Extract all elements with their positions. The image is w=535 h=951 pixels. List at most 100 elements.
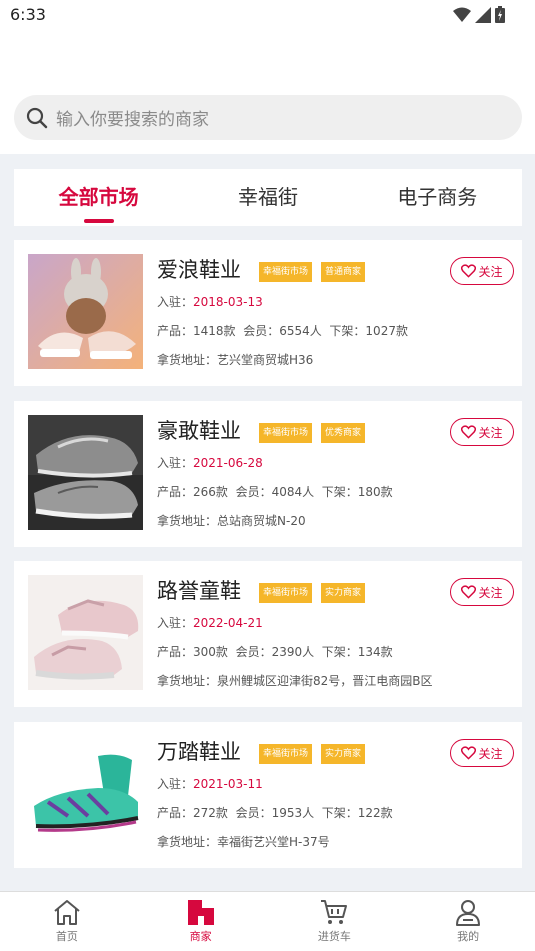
address-label: 拿货地址：	[157, 514, 218, 528]
listed-count: 1027款	[365, 324, 408, 338]
tab-active-indicator	[83, 219, 114, 223]
follow-button[interactable]: 关注	[450, 739, 514, 767]
join-date-row: 入驻：2022-04-21	[157, 614, 263, 631]
address: 泉州鲤城区迎津街82号，晋江电商园B区	[217, 674, 433, 688]
address-row: 拿货地址：幸福街艺兴堂H-37号	[157, 833, 330, 850]
join-label: 入驻：	[157, 456, 194, 470]
address-label: 拿货地址：	[157, 835, 218, 849]
cart-icon	[321, 900, 348, 924]
tab-ecommerce[interactable]: 电子商务	[353, 169, 522, 226]
products-label: 产品：	[157, 485, 194, 499]
address: 艺兴堂商贸城H36	[217, 353, 314, 367]
tab-label: 全部市场	[58, 185, 139, 209]
tab-label: 幸福街	[237, 185, 298, 209]
level-tag: 普通商家	[321, 262, 366, 282]
heart-icon	[461, 425, 477, 439]
nav-profile[interactable]: 我的	[401, 892, 535, 951]
status-bar: 6:33	[0, 0, 535, 30]
address: 幸福街艺兴堂H-37号	[217, 835, 330, 849]
follow-button[interactable]: 关注	[450, 257, 514, 285]
join-date-row: 入驻：2018-03-13	[157, 293, 263, 310]
address-row: 拿货地址：总站商贸城N-20	[157, 512, 306, 529]
market-tag: 幸福街市场	[259, 423, 313, 443]
merchant-name[interactable]: 路誉童鞋	[157, 575, 241, 605]
product-count: 300款	[193, 645, 228, 659]
product-count: 1418款	[193, 324, 236, 338]
join-date: 2021-03-11	[193, 777, 263, 791]
heart-icon	[461, 585, 477, 599]
nav-home[interactable]: 首页	[0, 892, 134, 951]
listed-label: 下架：	[321, 485, 358, 499]
follow-label: 关注	[478, 585, 503, 600]
header: 输入你要搜索的商家	[0, 30, 535, 154]
products-label: 产品：	[157, 645, 194, 659]
nav-merchants[interactable]: 商家	[134, 892, 268, 951]
store-icon	[187, 900, 214, 925]
join-date-row: 入驻：2021-06-28	[157, 454, 263, 471]
follow-label: 关注	[478, 264, 503, 279]
follow-button[interactable]: 关注	[450, 418, 514, 446]
wifi-icon	[453, 7, 471, 22]
listed-count: 134款	[357, 645, 393, 659]
listed-count: 122款	[357, 806, 393, 820]
merchant-name[interactable]: 爱浪鞋业	[157, 254, 241, 284]
market-tabs: 全部市场 幸福街 电子商务	[14, 169, 522, 226]
search-input[interactable]: 输入你要搜索的商家	[14, 95, 522, 140]
tab-label: 电子商务	[397, 185, 478, 209]
merchant-name[interactable]: 豪敢鞋业	[157, 415, 241, 445]
join-label: 入驻：	[157, 616, 194, 630]
market-tag: 幸福街市场	[259, 744, 313, 764]
products-label: 产品：	[157, 324, 194, 338]
merchant-name[interactable]: 万踏鞋业	[157, 736, 241, 766]
listed-count: 180款	[357, 485, 393, 499]
nav-label: 我的	[457, 930, 480, 943]
merchant-thumbnail[interactable]	[28, 736, 143, 851]
address-label: 拿货地址：	[157, 353, 218, 367]
merchant-thumbnail[interactable]	[28, 575, 143, 690]
level-tag: 优秀商家	[321, 423, 366, 443]
battery-icon	[495, 6, 505, 23]
search-placeholder: 输入你要搜索的商家	[56, 110, 209, 130]
members-label: 会员：	[243, 324, 280, 338]
join-date: 2021-06-28	[193, 456, 263, 470]
merchant-thumbnail[interactable]	[28, 254, 143, 369]
status-time: 6:33	[10, 5, 46, 24]
merchant-card[interactable]: 豪敢鞋业 幸福街市场 优秀商家 关注 入驻：2021-06-28 产品：266款…	[14, 401, 522, 547]
products-label: 产品：	[157, 806, 194, 820]
join-label: 入驻：	[157, 777, 194, 791]
product-count: 272款	[193, 806, 228, 820]
market-tag: 幸福街市场	[259, 262, 313, 282]
user-icon	[456, 900, 481, 926]
member-count: 1953人	[271, 806, 315, 820]
nav-label: 进货车	[317, 930, 351, 943]
stats-row: 产品：266款 会员：4084人 下架：180款	[157, 483, 393, 500]
signal-icon	[475, 6, 491, 23]
address: 总站商贸城N-20	[217, 514, 306, 528]
listed-label: 下架：	[329, 324, 366, 338]
follow-button[interactable]: 关注	[450, 578, 514, 606]
bottom-nav: 首页 商家 进货车 我的	[0, 891, 535, 951]
join-date: 2022-04-21	[193, 616, 263, 630]
members-label: 会员：	[235, 645, 272, 659]
merchant-card[interactable]: 爱浪鞋业 幸福街市场 普通商家 关注 入驻：2018-03-13 产品：1418…	[14, 240, 522, 386]
follow-label: 关注	[478, 746, 503, 761]
listed-label: 下架：	[321, 806, 358, 820]
follow-label: 关注	[478, 425, 503, 440]
address-row: 拿货地址：艺兴堂商贸城H36	[157, 351, 313, 368]
nav-cart[interactable]: 进货车	[268, 892, 402, 951]
merchant-card[interactable]: 路誉童鞋 幸福街市场 实力商家 关注 入驻：2022-04-21 产品：300款…	[14, 561, 522, 707]
merchant-card[interactable]: 万踏鞋业 幸福街市场 实力商家 关注 入驻：2021-03-11 产品：272款…	[14, 722, 522, 868]
join-label: 入驻：	[157, 295, 194, 309]
join-date-row: 入驻：2021-03-11	[157, 775, 263, 792]
member-count: 4084人	[271, 485, 315, 499]
tab-xingfu-street[interactable]: 幸福街	[183, 169, 352, 226]
stats-row: 产品：1418款 会员：6554人 下架：1027款	[157, 322, 408, 339]
merchant-thumbnail[interactable]	[28, 415, 143, 530]
status-icons	[453, 6, 505, 23]
tab-all-markets[interactable]: 全部市场	[14, 169, 183, 226]
product-count: 266款	[193, 485, 228, 499]
stats-row: 产品：272款 会员：1953人 下架：122款	[157, 804, 393, 821]
heart-icon	[461, 264, 477, 278]
members-label: 会员：	[235, 485, 272, 499]
members-label: 会员：	[235, 806, 272, 820]
